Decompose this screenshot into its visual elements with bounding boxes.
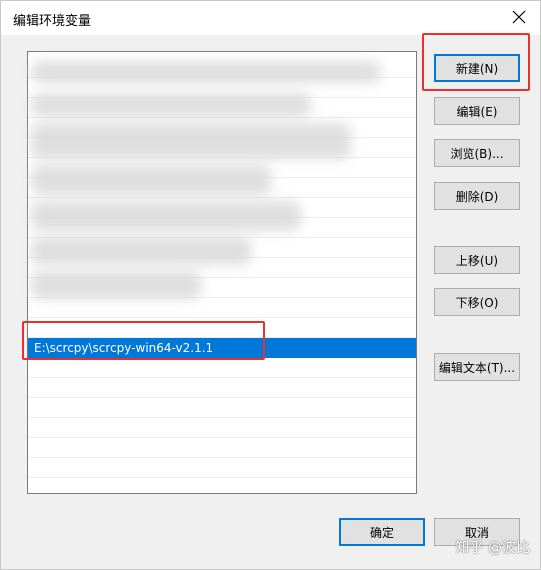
move-up-button[interactable]: 上移(U) <box>434 246 520 274</box>
title-bar: 编辑环境变量 <box>1 1 540 35</box>
blurred-area <box>31 271 201 299</box>
blurred-area <box>31 201 301 231</box>
list-item[interactable] <box>28 358 416 378</box>
edit-env-var-dialog: 编辑环境变量 E:\scrcpy\scrcpy-win64-v2.1.1 新建(… <box>0 0 541 570</box>
blurred-area <box>31 93 311 117</box>
edit-text-button[interactable]: 编辑文本(T)... <box>434 353 520 381</box>
new-entry-highlight <box>22 321 265 360</box>
list-item[interactable] <box>28 458 416 478</box>
ok-button[interactable]: 确定 <box>339 518 425 546</box>
list-item[interactable] <box>28 438 416 458</box>
browse-button[interactable]: 浏览(B)... <box>434 139 520 167</box>
list-item[interactable] <box>28 398 416 418</box>
close-button[interactable] <box>506 5 532 29</box>
delete-button[interactable]: 删除(D) <box>434 182 520 210</box>
list-item[interactable] <box>28 378 416 398</box>
blurred-area <box>31 61 381 83</box>
new-button-highlight <box>422 33 530 91</box>
blurred-area <box>31 123 351 159</box>
dialog-title: 编辑环境变量 <box>13 14 92 29</box>
close-icon <box>512 10 526 24</box>
blurred-area <box>31 165 271 195</box>
blurred-area <box>31 237 251 265</box>
edit-button[interactable]: 编辑(E) <box>434 97 520 125</box>
list-item[interactable] <box>28 418 416 438</box>
move-down-button[interactable]: 下移(O) <box>434 288 520 316</box>
watermark: 知乎 @波比 <box>455 540 530 556</box>
list-item[interactable] <box>28 298 416 318</box>
